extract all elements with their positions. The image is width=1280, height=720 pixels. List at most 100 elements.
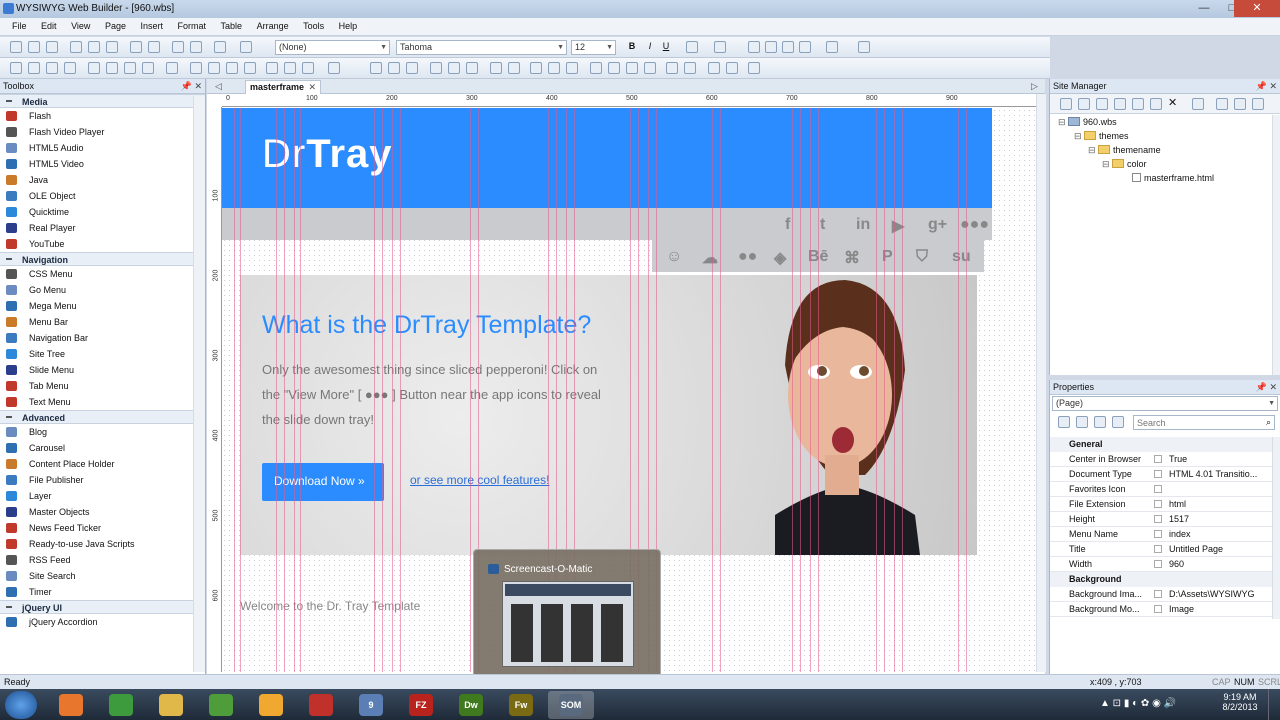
- toolbox-category-media[interactable]: Media: [0, 94, 205, 108]
- close-icon[interactable]: 📌 ✕: [181, 81, 202, 92]
- toolbox-scrollbar[interactable]: [193, 96, 205, 672]
- delete-icon[interactable]: ✕: [1168, 98, 1180, 110]
- align-left-icon[interactable]: [748, 41, 760, 53]
- group-icon[interactable]: [644, 62, 656, 74]
- cut-icon[interactable]: [70, 41, 82, 53]
- toolbox-category-jquery-ui[interactable]: jQuery UI: [0, 600, 205, 614]
- image-icon[interactable]: [244, 62, 256, 74]
- show-desktop-button[interactable]: [1268, 689, 1280, 720]
- menu-tools[interactable]: Tools: [303, 18, 324, 31]
- toolbox-item-go-menu[interactable]: Go Menu: [0, 282, 205, 298]
- taskbar-acrobat-icon[interactable]: [298, 691, 344, 719]
- shape-icon[interactable]: [88, 62, 100, 74]
- soundcloud-icon[interactable]: ☁: [702, 248, 718, 268]
- tree-item-themename[interactable]: ⊟ themename: [1088, 145, 1161, 156]
- paste-icon[interactable]: [106, 41, 118, 53]
- toolbox-item-layer[interactable]: Layer: [0, 488, 205, 504]
- align-center-icon[interactable]: [765, 41, 777, 53]
- align-object-icon[interactable]: [388, 62, 400, 74]
- tree-item-themes[interactable]: ⊟ themes: [1074, 131, 1129, 142]
- new-page-icon[interactable]: [1060, 98, 1072, 110]
- toolbox-item-java[interactable]: Java: [0, 172, 205, 188]
- property-value[interactable]: HTML 4.01 Transitio...: [1169, 469, 1267, 479]
- taskbar-filezilla-icon[interactable]: FZ: [398, 691, 444, 719]
- toolbox-category-navigation[interactable]: Navigation: [0, 252, 205, 266]
- justify-icon[interactable]: [799, 41, 811, 53]
- draw-tool-icon[interactable]: [28, 62, 40, 74]
- size-icon[interactable]: [684, 62, 696, 74]
- toolbox-item-ole-object[interactable]: OLE Object: [0, 188, 205, 204]
- toolbox-item-navigation-bar[interactable]: Navigation Bar: [0, 330, 205, 346]
- folder-icon[interactable]: [1114, 98, 1126, 110]
- object-select[interactable]: (Page) ▼: [1052, 396, 1278, 411]
- stumbleupon-icon[interactable]: su: [952, 248, 971, 266]
- copy-icon[interactable]: [1150, 98, 1162, 110]
- close-icon[interactable]: ✕: [308, 82, 316, 93]
- toolbox-item-timer[interactable]: Timer: [0, 584, 205, 600]
- taskbar-explorer-icon[interactable]: [148, 691, 194, 719]
- property-checkbox[interactable]: [1154, 545, 1162, 553]
- taskbar-fw-icon[interactable]: Fw: [498, 691, 544, 719]
- toolbox-item-ready-to-use-java-scripts[interactable]: Ready-to-use Java Scripts: [0, 536, 205, 552]
- start-button[interactable]: [5, 691, 37, 719]
- form-icon[interactable]: [284, 62, 296, 74]
- layout-icon[interactable]: [726, 62, 738, 74]
- taskbar-som-icon[interactable]: SOM: [548, 691, 594, 719]
- toolbox-item-flash-video-player[interactable]: Flash Video Player: [0, 124, 205, 140]
- property-value[interactable]: html: [1169, 499, 1267, 509]
- symbol-icon[interactable]: [190, 41, 202, 53]
- welcome-text[interactable]: Welcome to the Dr. Tray Template: [240, 599, 420, 613]
- property-row[interactable]: File Extension html: [1050, 497, 1272, 512]
- toolbox-item-menu-bar[interactable]: Menu Bar: [0, 314, 205, 330]
- hero-section[interactable]: What is the DrTray Template? Only the aw…: [240, 275, 977, 555]
- property-row[interactable]: Document Type HTML 4.01 Transitio...: [1050, 467, 1272, 482]
- align-object-icon[interactable]: [370, 62, 382, 74]
- table-icon[interactable]: [266, 62, 278, 74]
- property-group-general[interactable]: General: [1050, 437, 1272, 452]
- taskbar-firefox-icon[interactable]: [48, 691, 94, 719]
- property-value[interactable]: True: [1169, 454, 1267, 464]
- property-value[interactable]: Untitled Page: [1169, 544, 1267, 554]
- edit-icon[interactable]: [1132, 98, 1144, 110]
- group-icon[interactable]: [608, 62, 620, 74]
- menu-edit[interactable]: Edit: [41, 18, 57, 31]
- toolbox-item-jquery-accordion[interactable]: jQuery Accordion: [0, 614, 205, 630]
- reddit-icon[interactable]: ☺: [666, 248, 682, 266]
- move-icon[interactable]: [1252, 98, 1264, 110]
- redo-icon[interactable]: [148, 41, 160, 53]
- taskbar-wb-9-icon[interactable]: 9: [348, 691, 394, 719]
- linkedin-icon[interactable]: in: [856, 216, 870, 234]
- shape-icon[interactable]: [142, 62, 154, 74]
- window-thumbnail[interactable]: [502, 581, 634, 667]
- draw-tool-icon[interactable]: [10, 62, 22, 74]
- close-icon[interactable]: 📌 ✕: [1256, 382, 1277, 393]
- property-value[interactable]: D:\Assets\WYSIWYG: [1169, 589, 1267, 599]
- align-object-icon[interactable]: [406, 62, 418, 74]
- github-icon[interactable]: ⌘: [844, 248, 860, 268]
- tab-scroll-right-icon[interactable]: ▷: [1031, 81, 1038, 92]
- twitter-icon[interactable]: t: [820, 216, 825, 234]
- toolbox-item-youtube[interactable]: YouTube: [0, 236, 205, 252]
- hero-title[interactable]: What is the DrTray Template?: [262, 311, 591, 340]
- properties-scrollbar[interactable]: [1272, 437, 1280, 619]
- menu-file[interactable]: File: [12, 18, 27, 31]
- toolbox-item-css-menu[interactable]: CSS Menu: [0, 266, 205, 282]
- page-icon[interactable]: [1078, 98, 1090, 110]
- layout-icon[interactable]: [708, 62, 720, 74]
- tray-icons[interactable]: ▲ ⊡ ▮ ◐ ✿ ◉ 🔊: [1100, 698, 1176, 709]
- google-plus-icon[interactable]: g+: [928, 216, 947, 234]
- stackexchange-icon[interactable]: ◈: [774, 248, 786, 268]
- property-checkbox[interactable]: [1154, 455, 1162, 463]
- group-icon[interactable]: [626, 62, 638, 74]
- property-search-field[interactable]: [1137, 417, 1255, 429]
- categorized-icon[interactable]: [1058, 416, 1070, 428]
- taskbar-evernote-icon[interactable]: [198, 691, 244, 719]
- toolbox-item-quicktime[interactable]: Quicktime: [0, 204, 205, 220]
- group-icon[interactable]: [590, 62, 602, 74]
- toolbox-item-html5-video[interactable]: HTML5 Video: [0, 156, 205, 172]
- toolbox-item-site-tree[interactable]: Site Tree: [0, 346, 205, 362]
- taskbar-preview-popup[interactable]: Screencast-O-Matic: [473, 549, 661, 682]
- color-icon[interactable]: [166, 62, 178, 74]
- property-value[interactable]: Image: [1169, 604, 1267, 614]
- toolbox-item-html5-audio[interactable]: HTML5 Audio: [0, 140, 205, 156]
